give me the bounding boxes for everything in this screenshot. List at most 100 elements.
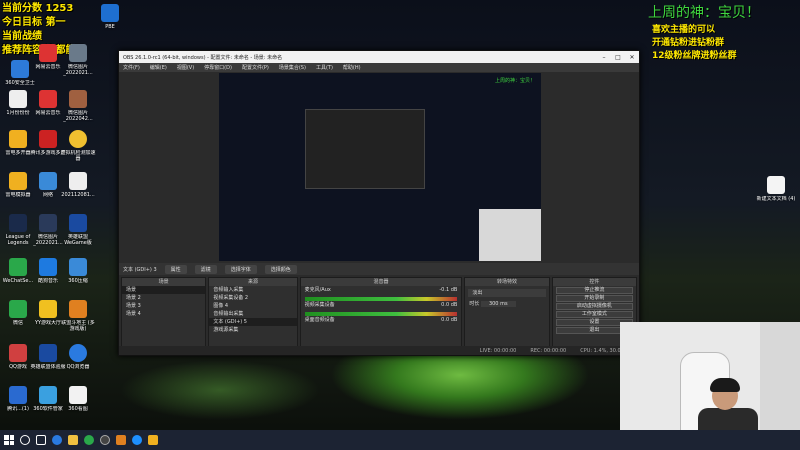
game-icon	[39, 300, 57, 318]
game-icon	[9, 214, 27, 232]
source-item[interactable]: 文本 (GDI+) 5	[209, 318, 297, 326]
image-icon	[69, 44, 87, 62]
channel-name: 视频采集设备	[304, 302, 335, 308]
source-item[interactable]: 图像 4	[209, 302, 296, 310]
fan-overlay: 喜欢主播的可以 开通钻粉进钻粉群 12级粉丝牌进粉丝群	[652, 24, 737, 63]
task-view-icon[interactable]	[36, 435, 46, 445]
menu-file[interactable]: 文件(F)	[123, 64, 140, 71]
desktop-icon-vm-detect[interactable]: 虚拟机检测加速器	[60, 130, 96, 162]
preview-overlay-text: 上周的神：宝贝！	[494, 78, 535, 84]
duration-input[interactable]: 300 ms	[480, 301, 516, 307]
emulator-icon[interactable]	[148, 435, 158, 445]
channel-level: -0.1 dB	[439, 287, 458, 293]
stop-streaming-button[interactable]: 停止推流	[555, 287, 633, 294]
desktop-icon-qqbrowser[interactable]: QQ浏览器	[60, 344, 96, 376]
shield-icon	[11, 60, 29, 78]
duration-row: 时长 300 ms	[465, 300, 548, 308]
source-item[interactable]: 游戏源采集	[209, 326, 296, 334]
archive-icon	[69, 258, 87, 276]
emulator-icon	[9, 130, 27, 148]
minimize-icon[interactable]: –	[597, 54, 611, 61]
desktop-icon-lol-wegame[interactable]: 英雄联盟WeGame版	[60, 214, 96, 246]
obs-icon[interactable]	[100, 435, 110, 445]
accelerator-icon	[69, 130, 87, 148]
menu-help[interactable]: 帮助(H)	[343, 64, 361, 71]
network-icon	[39, 172, 57, 190]
browser-icon	[69, 344, 87, 362]
webcam-feed	[620, 322, 800, 444]
transition-select[interactable]: 淡出	[468, 289, 546, 297]
source-item[interactable]: 音频输入采集	[209, 286, 296, 294]
document-icon	[69, 172, 87, 190]
desktop-icon-wechat-img-1[interactable]: 微信图片_2022021...	[60, 44, 96, 76]
desktop-icon-pbe[interactable]: PBE	[92, 4, 128, 36]
menu-scene-collection[interactable]: 场景集合(S)	[279, 64, 306, 71]
desktop-icon-new-text[interactable]: 新建文本文档 (4)	[756, 176, 796, 208]
menu-edit[interactable]: 编辑(E)	[150, 64, 167, 71]
game-icon	[39, 130, 57, 148]
scenes-dock: 场景 场景 场景 2 场景 3 场景 4	[121, 277, 207, 347]
desktop-icon-360-viewer[interactable]: 360看图	[60, 386, 96, 418]
menu-tools[interactable]: 工具(T)	[316, 64, 333, 71]
game-icon	[69, 214, 87, 232]
image-icon	[39, 214, 57, 232]
scene-item[interactable]: 场景 4	[122, 310, 205, 318]
search-icon[interactable]	[20, 435, 30, 445]
overlay-fan-line-3: 12级粉丝牌进粉丝群	[652, 51, 737, 61]
transitions-header: 转场特效	[465, 278, 549, 286]
close-icon[interactable]: ✕	[625, 54, 639, 61]
app-icon[interactable]	[116, 435, 126, 445]
maximize-icon[interactable]: □	[611, 54, 625, 61]
studio-mode-button[interactable]: 工作室模式	[555, 311, 633, 318]
obs-window[interactable]: OBS 26.1.0-rc1 (64-bit, windows) - 配置文件:…	[118, 50, 640, 356]
menu-view[interactable]: 视图(V)	[177, 64, 194, 71]
windows-start-icon[interactable]	[4, 435, 14, 445]
menu-profile[interactable]: 配置文件(P)	[242, 64, 269, 71]
desktop-icon-wechat-img-2[interactable]: 微信图片_2022042...	[60, 90, 96, 122]
channel-name: 桌面音频设备	[304, 317, 335, 323]
overlay-weekly-title: 上周的神：宝贝！	[648, 5, 760, 21]
obs-titlebar[interactable]: OBS 26.1.0-rc1 (64-bit, windows) - 配置文件:…	[119, 51, 639, 63]
channel-name: 麦克风/Aux	[304, 287, 331, 293]
select-color-button[interactable]: 选择颜色	[264, 264, 297, 274]
explorer-icon[interactable]	[68, 435, 78, 445]
source-toolbar: 文本 (GDI+) 3 属性 滤镜 选择字体 选择颜色	[119, 263, 639, 275]
desktop-icon-doudizhu[interactable]: 联盟斗地主 (多游戏版)	[60, 300, 96, 332]
preview-webcam	[479, 209, 541, 261]
image-icon	[69, 386, 87, 404]
overlay-score: 当前分数 1253	[2, 3, 74, 14]
sources-dock: 来源 音频输入采集 视频采集设备 2 图像 4 音频输出采集 文本 (GDI+)…	[208, 277, 298, 347]
folder-icon	[9, 386, 27, 404]
desktop-icon-20211208[interactable]: 202112081...	[60, 172, 96, 204]
obs-docks: 场景 场景 场景 2 场景 3 场景 4 来源 音频输入采集 视频采集设备 2 …	[119, 277, 639, 347]
taskbar	[0, 430, 800, 450]
qq-icon[interactable]	[132, 435, 142, 445]
mixer-channel: 麦克风/Aux -0.1 dB	[301, 286, 462, 294]
scene-item[interactable]: 场景 3	[122, 302, 205, 310]
mixer-channel: 视频采集设备 0.0 dB	[301, 301, 462, 309]
filters-button[interactable]: 滤镜	[194, 264, 217, 274]
source-item[interactable]: 音频输出采集	[209, 310, 296, 318]
mixer-dock: 混音器 麦克风/Aux -0.1 dB 视频采集设备 0.0 dB 桌面音频设备…	[299, 277, 463, 347]
live-time: LIVE: 00:00:00	[479, 347, 517, 354]
scene-item[interactable]: 场景	[122, 286, 206, 294]
obs-preview[interactable]: 上周的神：宝贝！	[219, 73, 541, 261]
music-icon	[39, 258, 57, 276]
start-recording-button[interactable]: 开始录制	[555, 295, 633, 302]
source-item[interactable]: 视频采集设备 2	[209, 294, 296, 302]
document-icon	[767, 176, 785, 194]
virtual-camera-button[interactable]: 启动虚拟摄像机	[555, 303, 633, 310]
browser-icon[interactable]	[52, 435, 62, 445]
properties-button[interactable]: 属性	[164, 264, 187, 274]
wechat-icon[interactable]	[84, 435, 94, 445]
menu-docks[interactable]: 停靠窗口(D)	[204, 64, 232, 71]
overlay-fan-line-2: 开通钻粉进钻粉群	[652, 38, 725, 48]
mixer-header: 混音器	[300, 278, 462, 286]
channel-level: 0.0 dB	[441, 317, 458, 323]
controls-header: 控件	[552, 278, 636, 286]
select-font-button[interactable]: 选择字体	[224, 264, 257, 274]
desktop-icon-360zip[interactable]: 360压缩	[60, 258, 96, 290]
wallpaper-glow-secondary	[120, 360, 320, 420]
game-icon	[9, 344, 27, 362]
scene-item[interactable]: 场景 2	[122, 294, 205, 302]
